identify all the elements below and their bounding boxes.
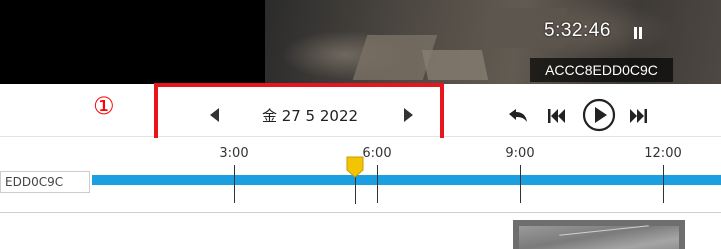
skip-back-icon[interactable] (547, 107, 567, 125)
playhead-marker-icon[interactable] (346, 156, 364, 178)
time-label-12: 12:00 (644, 146, 682, 161)
previous-day-button[interactable] (210, 108, 219, 122)
step-marker: ① (93, 92, 115, 120)
tick-12 (663, 165, 664, 203)
track-camera-label: EDD0C9C (0, 171, 90, 193)
current-time: 5:32:46 (544, 20, 611, 41)
time-label-9: 9:00 (505, 146, 535, 161)
tick-3 (234, 165, 235, 203)
next-day-button[interactable] (404, 108, 413, 122)
play-button[interactable] (582, 98, 616, 132)
time-label-6: 6:00 (362, 146, 392, 161)
playhead-line (355, 176, 356, 204)
camera-id-label: ACCC8EDD0C9C (530, 58, 673, 82)
date-label[interactable]: 金 27 5 2022 (240, 105, 380, 126)
time-label-3: 3:00 (219, 146, 249, 161)
tick-9 (520, 165, 521, 203)
recording-track-bar[interactable] (92, 175, 721, 185)
skip-forward-icon[interactable] (628, 107, 648, 125)
pause-icon[interactable] (634, 27, 642, 39)
undo-icon[interactable] (506, 106, 530, 126)
video-thumbnail[interactable] (513, 220, 685, 249)
tick-6 (377, 165, 378, 203)
